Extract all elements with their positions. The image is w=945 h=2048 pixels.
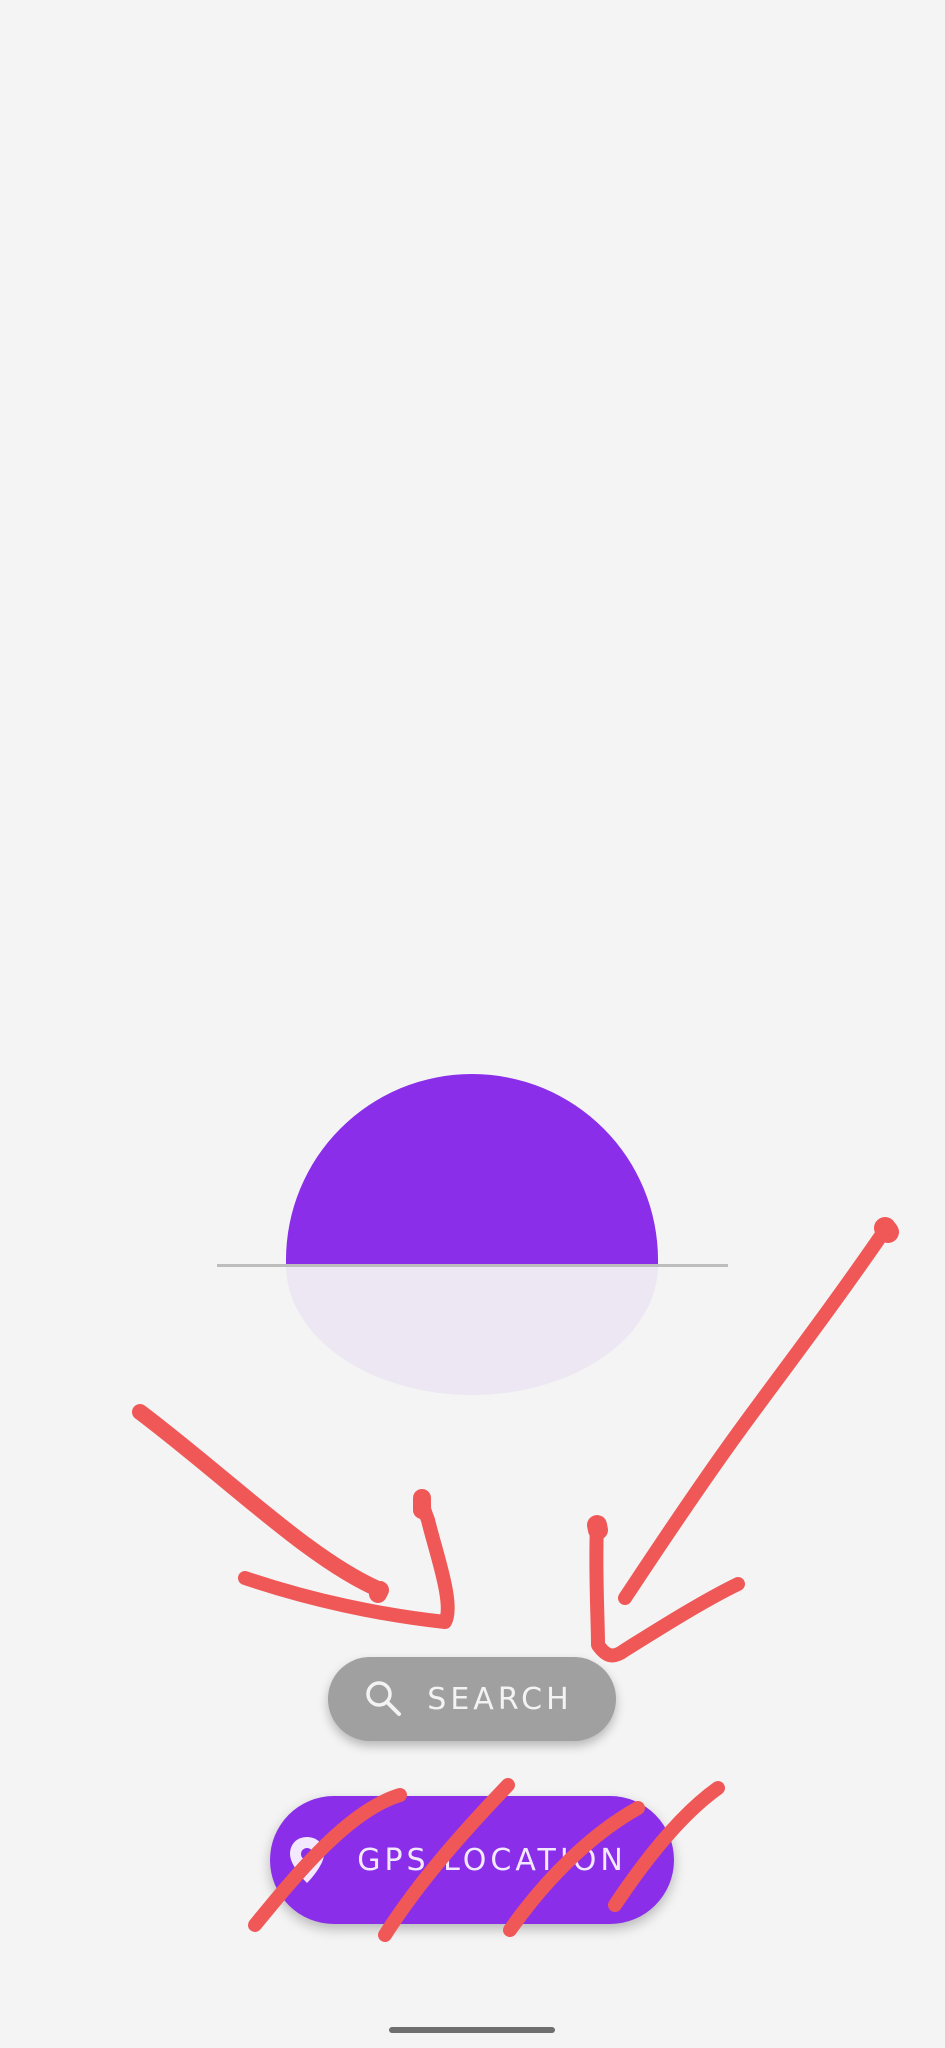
navigation-handle[interactable] <box>389 2027 555 2033</box>
annotation-arrow-left <box>132 1404 388 1598</box>
sun-reflection <box>286 1265 658 1395</box>
annotation-arrow-right <box>618 1223 892 1605</box>
search-button[interactable]: SEARCH <box>328 1657 616 1741</box>
gps-button-label: GPS LOCATION <box>357 1842 627 1878</box>
gps-location-button[interactable]: GPS LOCATION <box>270 1796 674 1924</box>
horizon-line <box>217 1264 728 1267</box>
sun-illustration <box>286 1074 658 1265</box>
search-button-label: SEARCH <box>427 1681 573 1717</box>
search-icon <box>366 1681 402 1716</box>
location-pin-icon <box>290 1837 325 1883</box>
